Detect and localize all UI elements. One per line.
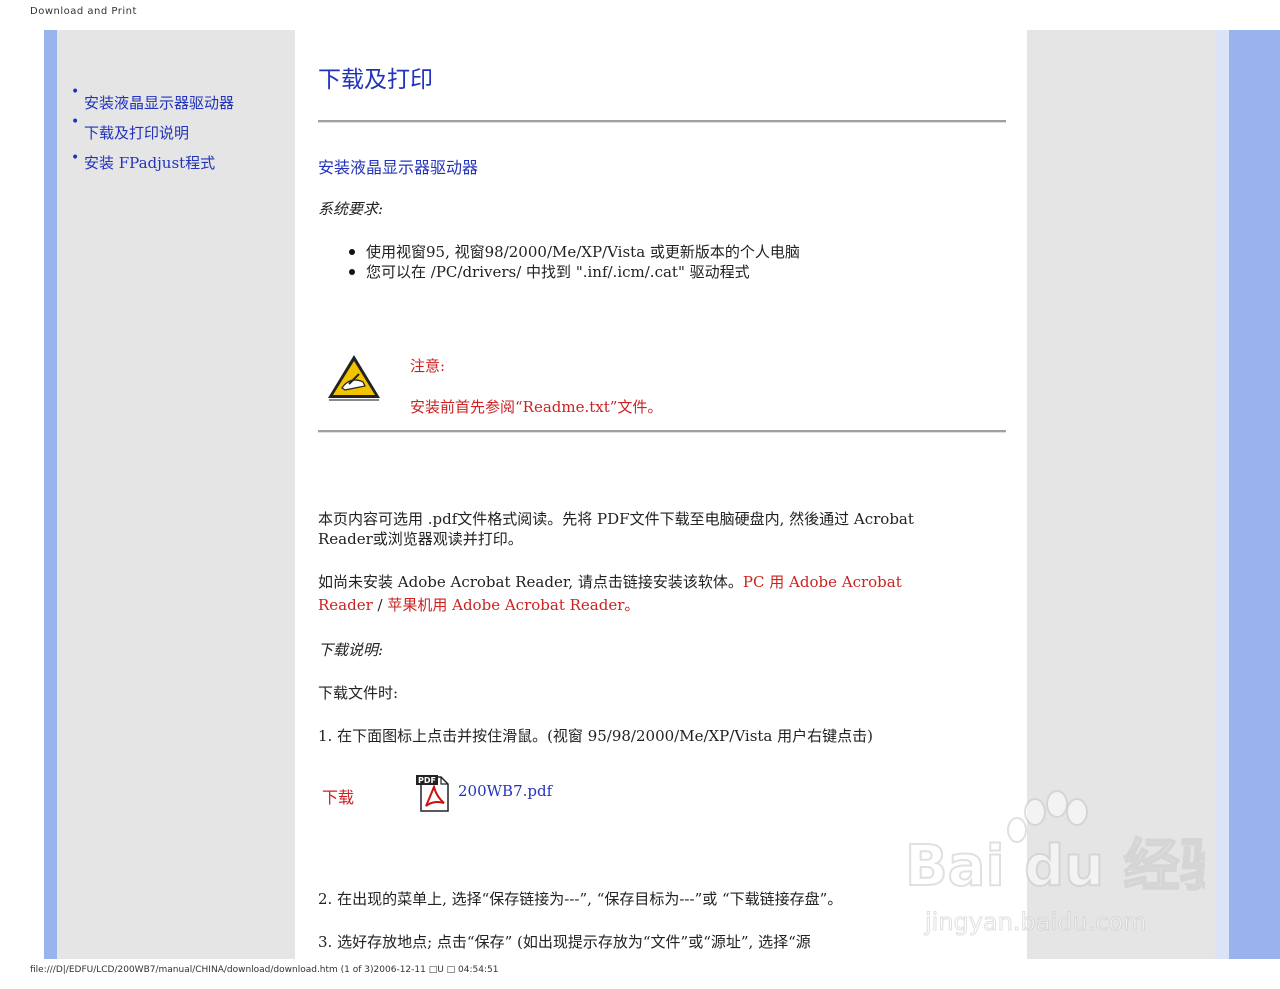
sidebar: • 安装液晶显示器驱动器 • 下载及打印说明 • 安装 FPadjust程式 bbox=[57, 30, 295, 959]
page-title: 下载及打印 bbox=[318, 67, 433, 93]
print-header: Download and Print bbox=[30, 6, 137, 17]
link-separator: / bbox=[372, 596, 388, 614]
baidu-watermark: Bai du 经验 jingyan.baidu.com bbox=[905, 790, 1205, 937]
download-when-text: 下载文件时: bbox=[318, 684, 399, 702]
step-3: 3. 选好存放地点; 点击“保存” (如出现提示存放为“文件”或“源址”, 选择… bbox=[318, 933, 811, 951]
step-1: 1. 在下面图标上点击并按住滑鼠。(视窗 95/98/2000/Me/XP/Vi… bbox=[318, 727, 873, 745]
adobe-line-1: 如尚未安装 Adobe Acrobat Reader, 请点击链接安装该软体。P… bbox=[318, 571, 902, 592]
sidebar-item-label[interactable]: 下载及打印说明 bbox=[84, 122, 189, 143]
left-accent-band bbox=[44, 30, 57, 959]
adobe-pc-link-cont[interactable]: Reader bbox=[318, 596, 373, 614]
pdf-file-icon[interactable]: PDF bbox=[415, 773, 451, 813]
divider bbox=[318, 430, 1006, 433]
print-footer: file:///D|/EDFU/LCD/200WB7/manual/CHINA/… bbox=[30, 965, 499, 975]
note-heading: 注意: bbox=[410, 357, 446, 375]
adobe-install-text: 如尚未安装 Adobe Acrobat Reader, 请点击链接安装该软体。 bbox=[318, 573, 743, 591]
watermark-url: jingyan.baidu.com bbox=[924, 908, 1146, 936]
list-item: 您可以在 /PC/drivers/ 中找到 ".inf/.icm/.cat" 驱… bbox=[345, 261, 800, 281]
requirements-list: 使用视窗95, 视窗98/2000/Me/XP/Vista 或更新版本的个人电脑… bbox=[345, 241, 800, 281]
requirements-heading: 系统要求: bbox=[318, 200, 384, 218]
list-item: 使用视窗95, 视窗98/2000/Me/XP/Vista 或更新版本的个人电脑 bbox=[345, 241, 800, 261]
adobe-mac-link[interactable]: 苹果机用 Adobe Acrobat Reader。 bbox=[387, 596, 639, 614]
adobe-pc-link[interactable]: PC 用 Adobe Acrobat bbox=[743, 573, 902, 591]
watermark-brand: Bai du 经验 bbox=[905, 834, 1205, 899]
bullet-icon: • bbox=[71, 150, 80, 166]
bullet-icon: • bbox=[71, 114, 80, 130]
pdf-download-link[interactable]: 200WB7.pdf bbox=[458, 782, 552, 800]
sidebar-item-label[interactable]: 安装液晶显示器驱动器 bbox=[84, 92, 234, 113]
warning-hand-icon bbox=[328, 355, 380, 401]
svg-text:PDF: PDF bbox=[418, 776, 436, 785]
sidebar-item-label[interactable]: 安装 FPadjust程式 bbox=[84, 152, 215, 173]
bullet-icon: • bbox=[71, 84, 80, 100]
download-label: 下载 bbox=[322, 788, 355, 807]
pdf-intro-line-2: Reader或浏览器观读并打印。 bbox=[318, 530, 523, 548]
right-accent-band bbox=[1229, 30, 1280, 959]
step-2: 2. 在出现的菜单上, 选择“保存链接为---”, “保存目标为---”或 “下… bbox=[318, 890, 843, 908]
adobe-line-2: Reader / 苹果机用 Adobe Acrobat Reader。 bbox=[318, 594, 639, 615]
right-accent-band-light bbox=[1215, 30, 1229, 959]
divider bbox=[318, 120, 1006, 123]
install-driver-link[interactable]: 安装液晶显示器驱动器 bbox=[318, 154, 478, 178]
download-heading: 下载说明: bbox=[318, 641, 384, 659]
note-body: 安装前首先参阅“Readme.txt”文件。 bbox=[410, 398, 663, 416]
pdf-intro-line-1: 本页内容可选用 .pdf文件格式阅读。先将 PDF文件下载至电脑硬盘内, 然後通… bbox=[318, 510, 914, 528]
